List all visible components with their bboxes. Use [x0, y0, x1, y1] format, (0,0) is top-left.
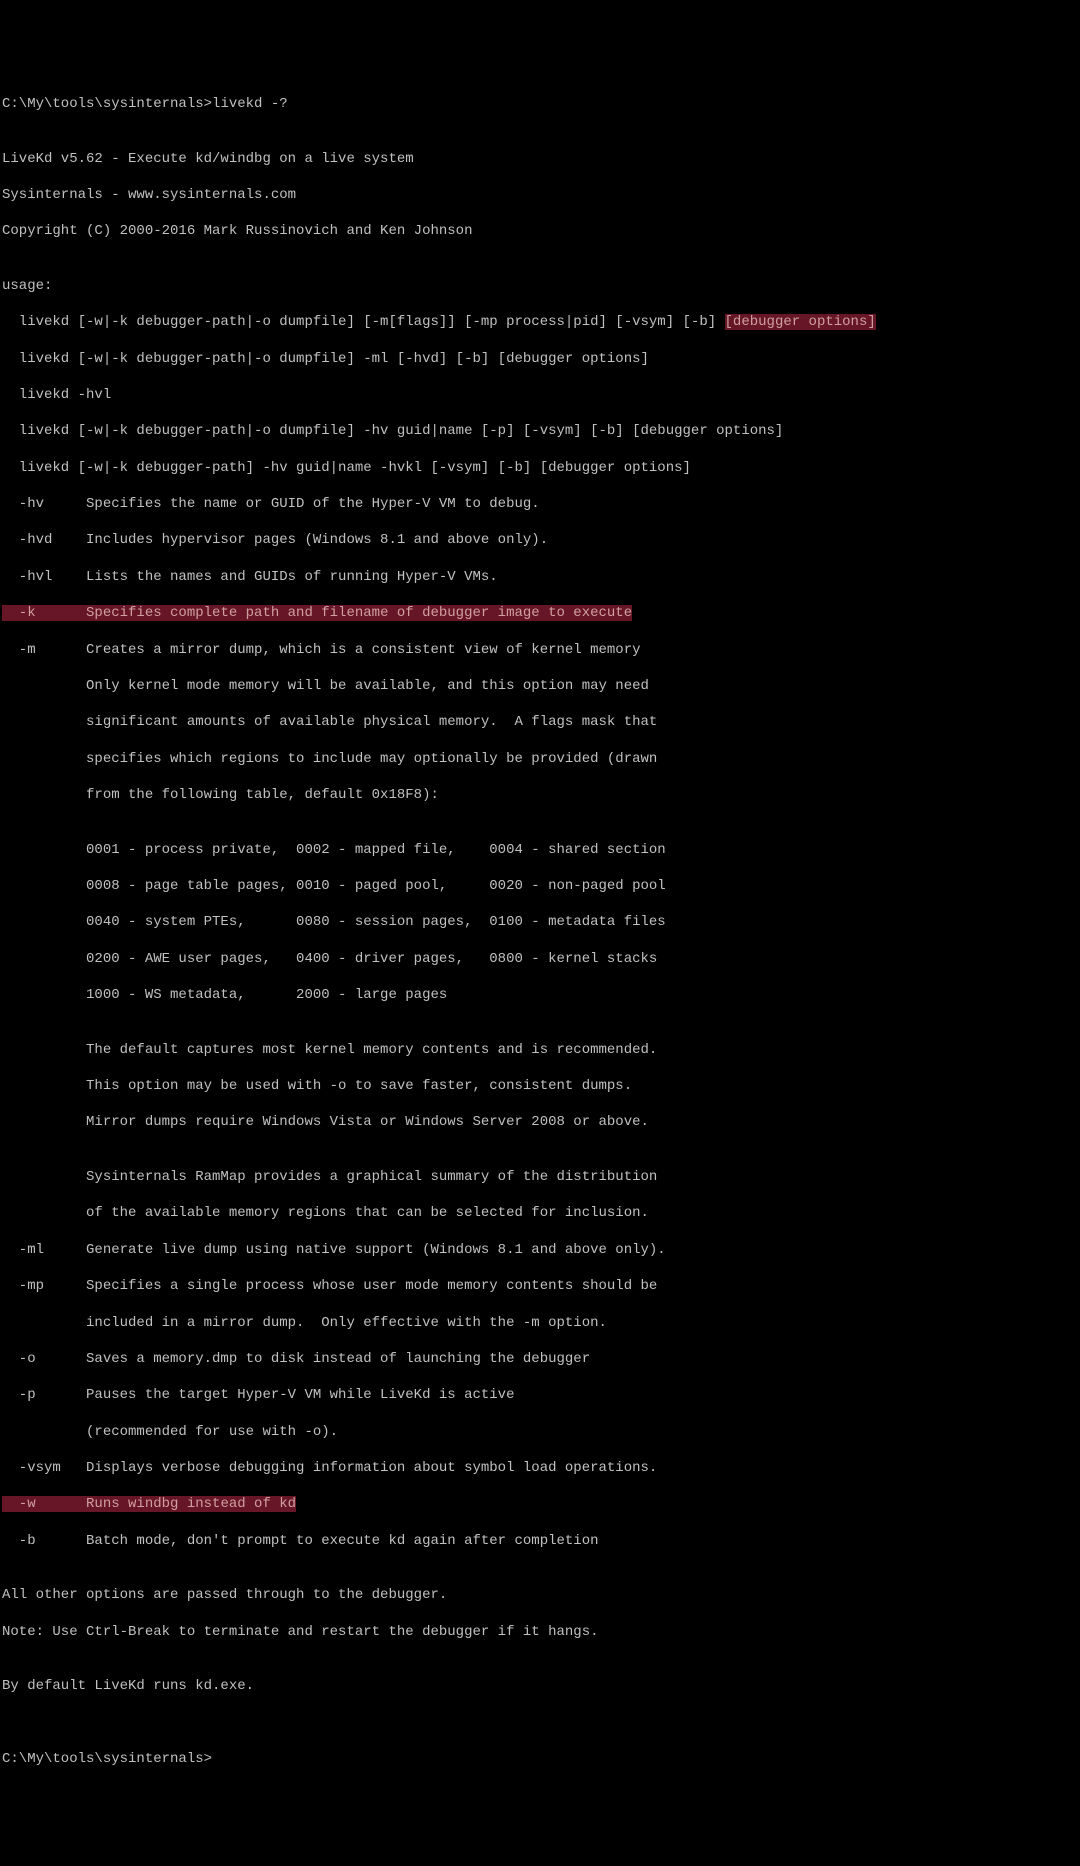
- opt-m-3: significant amounts of available physica…: [2, 713, 1078, 731]
- usage-1-pre: livekd [-w|-k debugger-path|-o dumpfile]…: [2, 314, 725, 330]
- opt-mp-2: included in a mirror dump. Only effectiv…: [2, 1314, 1078, 1332]
- flags-3: 0040 - system PTEs, 0080 - session pages…: [2, 913, 1078, 931]
- opt-p-2: (recommended for use with -o).: [2, 1423, 1078, 1441]
- m-note-4: Sysinternals RamMap provides a graphical…: [2, 1168, 1078, 1186]
- prompt-line-2[interactable]: C:\My\tools\sysinternals>: [2, 1750, 1078, 1768]
- app-title: LiveKd v5.62 - Execute kd/windbg on a li…: [2, 150, 1078, 168]
- m-note-1: The default captures most kernel memory …: [2, 1041, 1078, 1059]
- footer-2: Note: Use Ctrl-Break to terminate and re…: [2, 1623, 1078, 1641]
- entered-command: livekd -?: [212, 96, 288, 112]
- usage-line-5: livekd [-w|-k debugger-path] -hv guid|na…: [2, 459, 1078, 477]
- prompt-path: C:\My\tools\sysinternals>: [2, 1751, 212, 1767]
- footer-1: All other options are passed through to …: [2, 1586, 1078, 1604]
- opt-m-5: from the following table, default 0x18F8…: [2, 786, 1078, 804]
- usage-label: usage:: [2, 277, 1078, 295]
- opt-m-2: Only kernel mode memory will be availabl…: [2, 677, 1078, 695]
- opt-w-flag: -w: [2, 1496, 36, 1512]
- opt-k-flag: -k: [2, 605, 36, 621]
- opt-b: -b Batch mode, don't prompt to execute k…: [2, 1532, 1078, 1550]
- opt-k-desc: Specifies complete path and filename of …: [36, 605, 633, 621]
- opt-w: -w Runs windbg instead of kd: [2, 1495, 1078, 1513]
- prompt-line-1[interactable]: C:\My\tools\sysinternals>livekd -?: [2, 95, 1078, 113]
- opt-ml: -ml Generate live dump using native supp…: [2, 1241, 1078, 1259]
- usage-line-1: livekd [-w|-k debugger-path|-o dumpfile]…: [2, 313, 1078, 331]
- opt-mp-1: -mp Specifies a single process whose use…: [2, 1277, 1078, 1295]
- flags-1: 0001 - process private, 0002 - mapped fi…: [2, 841, 1078, 859]
- usage-1-highlight: [debugger options]: [725, 314, 876, 330]
- prompt-path: C:\My\tools\sysinternals>: [2, 96, 212, 112]
- opt-m-4: specifies which regions to include may o…: [2, 750, 1078, 768]
- m-note-5: of the available memory regions that can…: [2, 1204, 1078, 1222]
- opt-m-1: -m Creates a mirror dump, which is a con…: [2, 641, 1078, 659]
- usage-line-3: livekd -hvl: [2, 386, 1078, 404]
- opt-k: -k Specifies complete path and filename …: [2, 604, 1078, 622]
- m-note-3: Mirror dumps require Windows Vista or Wi…: [2, 1113, 1078, 1131]
- opt-p-1: -p Pauses the target Hyper-V VM while Li…: [2, 1386, 1078, 1404]
- opt-hvl: -hvl Lists the names and GUIDs of runnin…: [2, 568, 1078, 586]
- opt-w-desc: Runs windbg instead of kd: [36, 1496, 296, 1512]
- flags-2: 0008 - page table pages, 0010 - paged po…: [2, 877, 1078, 895]
- m-note-2: This option may be used with -o to save …: [2, 1077, 1078, 1095]
- terminal-output: C:\My\tools\sysinternals>livekd -? LiveK…: [0, 73, 1080, 1791]
- app-url: Sysinternals - www.sysinternals.com: [2, 186, 1078, 204]
- usage-line-4: livekd [-w|-k debugger-path|-o dumpfile]…: [2, 422, 1078, 440]
- opt-hvd: -hvd Includes hypervisor pages (Windows …: [2, 531, 1078, 549]
- opt-o: -o Saves a memory.dmp to disk instead of…: [2, 1350, 1078, 1368]
- opt-vsym: -vsym Displays verbose debugging informa…: [2, 1459, 1078, 1477]
- flags-5: 1000 - WS metadata, 2000 - large pages: [2, 986, 1078, 1004]
- footer-3: By default LiveKd runs kd.exe.: [2, 1677, 1078, 1695]
- copyright: Copyright (C) 2000-2016 Mark Russinovich…: [2, 222, 1078, 240]
- usage-line-2: livekd [-w|-k debugger-path|-o dumpfile]…: [2, 350, 1078, 368]
- opt-hv: -hv Specifies the name or GUID of the Hy…: [2, 495, 1078, 513]
- flags-4: 0200 - AWE user pages, 0400 - driver pag…: [2, 950, 1078, 968]
